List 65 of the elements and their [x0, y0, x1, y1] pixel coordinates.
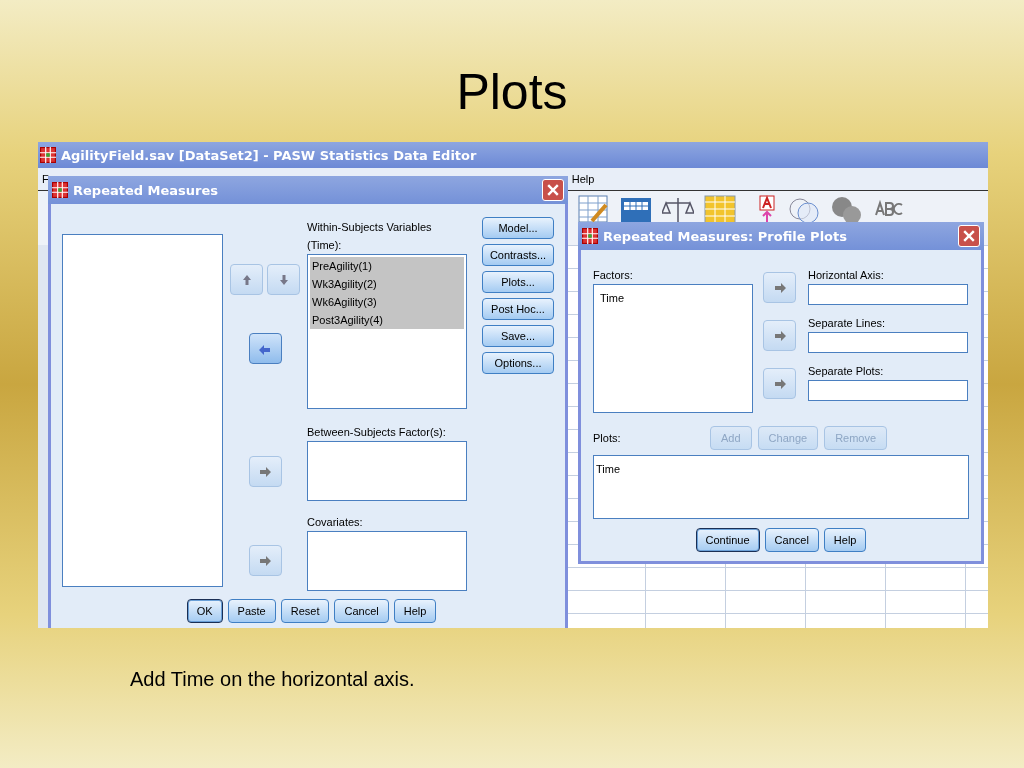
dialog-button[interactable]: Continue	[695, 528, 760, 552]
dialog-title: Repeated Measures	[73, 182, 220, 198]
move-right-button[interactable]	[763, 368, 796, 399]
grid-icon	[40, 147, 56, 163]
between-subjects-list[interactable]	[307, 441, 467, 501]
covariates-label: Covariates:	[307, 515, 364, 530]
dialog-button[interactable]: Options...	[482, 352, 554, 374]
close-button[interactable]	[542, 179, 564, 201]
close-icon	[547, 184, 559, 196]
within-subjects-label: Within-Subjects Variables (Time):	[307, 220, 433, 253]
list-item[interactable]: Wk6Agility(3)	[310, 293, 464, 311]
list-item[interactable]: Time	[594, 460, 968, 478]
factors-label: Factors:	[593, 268, 634, 283]
dialog-button[interactable]: OK	[186, 599, 223, 623]
field-label: Separate Plots:	[808, 364, 885, 379]
dialog-button[interactable]: Plots...	[482, 271, 554, 293]
arrow-right-icon	[772, 377, 787, 390]
menu-item[interactable]: F	[42, 173, 49, 185]
between-subjects-label: Between-Subjects Factor(s):	[307, 425, 447, 440]
dialog-button[interactable]: Post Hoc...	[482, 298, 554, 320]
field-label: Separate Lines:	[808, 316, 887, 331]
dialog-title: Repeated Measures: Profile Plots	[603, 228, 848, 244]
slide-caption: Add Time on the horizontal axis.	[130, 668, 416, 691]
dialog-button[interactable]: Reset	[280, 599, 330, 623]
spreadsheet-icon[interactable]	[704, 195, 736, 225]
arrow-right-icon	[772, 281, 787, 294]
dialog-button[interactable]: Cancel	[334, 599, 389, 623]
input-field[interactable]	[808, 284, 968, 305]
move-right-button[interactable]	[763, 272, 796, 303]
list-item[interactable]: Post3Agility(4)	[310, 311, 464, 329]
dialog-button[interactable]: Contrasts...	[482, 244, 554, 266]
table-icon[interactable]	[620, 195, 652, 225]
move-right-button[interactable]	[248, 456, 282, 487]
input-field[interactable]	[808, 332, 968, 353]
scale-icon[interactable]	[662, 195, 694, 225]
move-right-button[interactable]	[763, 320, 796, 351]
dialog-button[interactable]: Save...	[482, 325, 554, 347]
grid-icon	[582, 228, 598, 244]
list-item[interactable]: Time	[598, 289, 748, 307]
covariates-list[interactable]	[307, 531, 467, 591]
window-title: AgilityField.sav [DataSet2] - PASW Statistics Data Editor	[61, 147, 477, 163]
arrow-right-icon	[772, 329, 787, 342]
move-up-button[interactable]	[230, 264, 263, 295]
table-edit-icon[interactable]	[578, 195, 610, 225]
input-field[interactable]	[808, 380, 968, 401]
dialog-button[interactable]: Help	[393, 599, 437, 623]
move-left-button[interactable]	[248, 333, 282, 364]
grid-icon	[52, 182, 68, 198]
arrow-right-icon	[258, 554, 272, 567]
move-down-button[interactable]	[267, 264, 300, 295]
list-item[interactable]: Wk3Agility(2)	[310, 275, 464, 293]
slide-title: Plots	[456, 63, 568, 122]
close-button[interactable]	[958, 225, 980, 247]
dialog-button[interactable]: Paste	[227, 599, 276, 623]
field-label: Horizontal Axis:	[808, 268, 885, 283]
menu-item[interactable]: Help	[571, 173, 595, 185]
venn-icon[interactable]	[788, 195, 820, 225]
dialog-button[interactable]: Model...	[482, 217, 554, 239]
plots-label: Plots:	[593, 431, 622, 446]
close-icon	[963, 230, 975, 242]
arrow-right-icon	[258, 465, 272, 478]
dialog-button[interactable]: Help	[823, 528, 867, 552]
move-right-button[interactable]	[248, 545, 282, 576]
dialog-button[interactable]: Cancel	[764, 528, 819, 552]
list-item[interactable]: PreAgility(1)	[310, 257, 464, 275]
